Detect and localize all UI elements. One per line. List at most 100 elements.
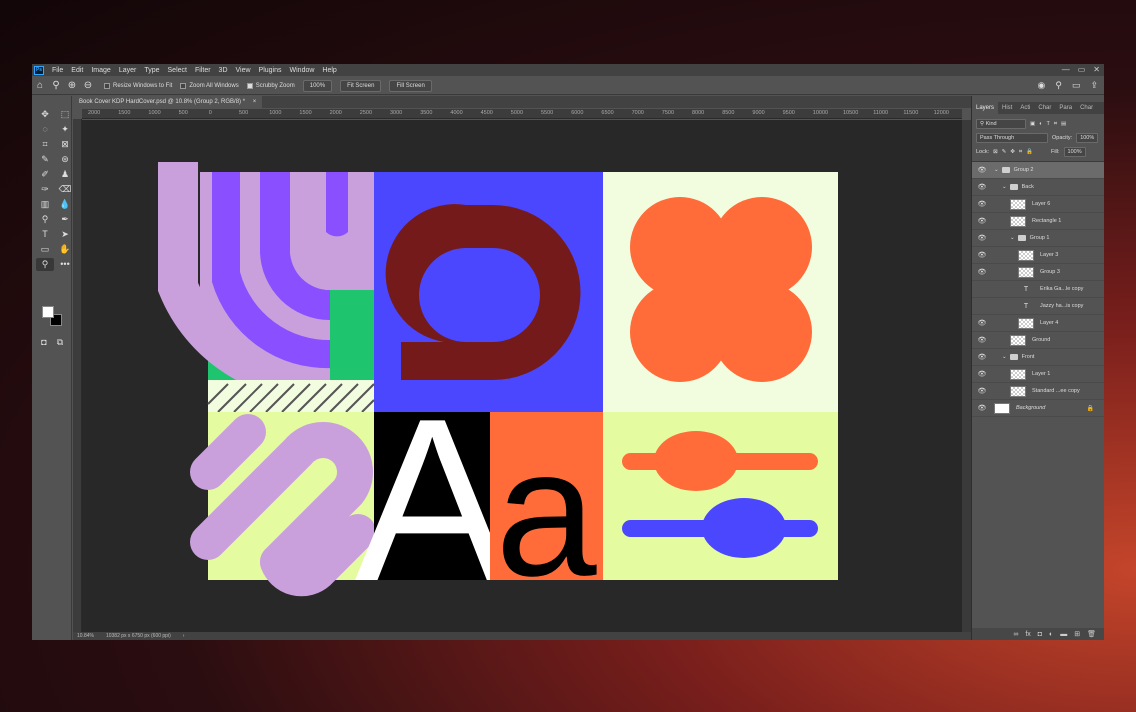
tab-close-icon[interactable]: × xyxy=(253,99,257,105)
lock-all-icon[interactable]: 🔒 xyxy=(1026,149,1033,155)
layer-row[interactable]: 👁 Standard ...ee copy xyxy=(972,383,1104,400)
hand-tool-icon[interactable]: ✋ xyxy=(56,243,74,256)
dodge-tool-icon[interactable]: ⚲ xyxy=(36,213,54,226)
new-layer-icon[interactable]: ⊞ xyxy=(1074,630,1080,638)
share-icon[interactable]: ⇪ xyxy=(1090,80,1098,91)
lock-transparent-icon[interactable]: ⊠ xyxy=(993,149,998,155)
frame-tool-icon[interactable]: ⊠ xyxy=(56,138,74,151)
lock-artboard-icon[interactable]: ⌗ xyxy=(1019,149,1022,156)
visibility-eye-icon[interactable]: 👁 xyxy=(976,353,988,361)
zoom-out-icon[interactable]: ⊖ xyxy=(80,80,96,91)
crop-tool-icon[interactable]: ⌗ xyxy=(36,138,54,151)
menu-layer[interactable]: Layer xyxy=(115,67,141,74)
visibility-eye-icon[interactable]: 👁 xyxy=(976,319,988,327)
expand-chevron-icon[interactable]: ⌄ xyxy=(1002,354,1007,360)
visibility-eye-icon[interactable]: 👁 xyxy=(976,336,988,344)
expand-chevron-icon[interactable]: ⌄ xyxy=(1010,235,1015,241)
link-icon[interactable]: ∞ xyxy=(1013,631,1018,638)
menu-image[interactable]: Image xyxy=(87,67,114,74)
layer-row[interactable]: 👁 ⌄ Back xyxy=(972,179,1104,196)
healing-tool-icon[interactable]: ⊛ xyxy=(56,153,74,166)
menu-edit[interactable]: Edit xyxy=(67,67,87,74)
zoom-tool-icon[interactable]: ⚲ xyxy=(48,80,64,91)
gradient-tool-icon[interactable]: ▥ xyxy=(36,198,54,211)
tab-actions[interactable]: Acti xyxy=(1016,102,1034,114)
scrubby-zoom-checkbox[interactable]: Scrubby Zoom xyxy=(246,82,295,89)
foreground-color-swatch[interactable] xyxy=(42,306,54,318)
layer-row[interactable]: 👁 T Jazzy ha...is copy xyxy=(972,298,1104,315)
menu-filter[interactable]: Filter xyxy=(191,67,215,74)
screen-mode-icon[interactable]: ⧉ xyxy=(54,336,66,349)
canvas-area[interactable]: A a xyxy=(82,120,962,635)
horizontal-ruler[interactable]: 2000 1500 1000 500 0 500 1000 1500 2000 2500 3000 3… xyxy=(82,109,962,119)
vertical-ruler[interactable] xyxy=(73,119,82,635)
fx-icon[interactable]: fx xyxy=(1025,631,1030,638)
minimize-icon[interactable]: — xyxy=(1062,65,1070,74)
tab-history[interactable]: Hist xyxy=(998,102,1016,114)
tab-character-styles[interactable]: Char xyxy=(1076,102,1097,114)
zoom-in-icon[interactable]: ⊕ xyxy=(64,80,80,91)
move-tool-icon[interactable]: ✥ xyxy=(36,108,54,121)
lock-position-icon[interactable]: ✥ xyxy=(1010,149,1015,155)
visibility-eye-icon[interactable]: 👁 xyxy=(976,183,988,191)
quick-mask-icon[interactable]: ◘ xyxy=(38,336,50,349)
kind-filter-select[interactable]: ⚲ Kind xyxy=(976,119,1026,129)
layer-row[interactable]: 👁 Layer 3 xyxy=(972,247,1104,264)
filter-pixel-icon[interactable]: ▣ xyxy=(1030,121,1035,127)
visibility-eye-icon[interactable]: 👁 xyxy=(976,200,988,208)
delete-layer-icon[interactable]: 🗑 xyxy=(1087,630,1096,638)
history-brush-icon[interactable]: ✑ xyxy=(36,183,54,196)
layer-row[interactable]: 👁 Layer 1 xyxy=(972,366,1104,383)
fill-input[interactable]: 100% xyxy=(1063,147,1086,157)
eyedropper-tool-icon[interactable]: ✎ xyxy=(36,153,54,166)
share-user-icon[interactable]: ◉ xyxy=(1037,80,1045,91)
new-group-icon[interactable]: ▬ xyxy=(1060,631,1067,638)
fit-screen-button[interactable]: Fit Screen xyxy=(340,79,382,92)
visibility-eye-icon[interactable]: 👁 xyxy=(976,387,988,395)
menu-type[interactable]: Type xyxy=(140,67,163,74)
filter-type-icon[interactable]: T xyxy=(1047,121,1050,127)
more-tools-icon[interactable]: ••• xyxy=(56,258,74,271)
layer-row[interactable]: 👁 T Erika Ga...le copy xyxy=(972,281,1104,298)
visibility-eye-icon[interactable]: 👁 xyxy=(976,217,988,225)
rectangle-tool-icon[interactable]: ▭ xyxy=(36,243,54,256)
zoom-all-windows-checkbox[interactable]: Zoom All Windows xyxy=(180,82,239,89)
tab-layers[interactable]: Layers xyxy=(972,102,999,114)
menu-window[interactable]: Window xyxy=(286,67,319,74)
layer-row[interactable]: 👁 ⌄ Group 1 xyxy=(972,230,1104,247)
eraser-tool-icon[interactable]: ⌫ xyxy=(56,183,74,196)
restore-icon[interactable]: ▭ xyxy=(1078,65,1086,74)
vertical-scrollbar[interactable] xyxy=(962,120,971,632)
filter-shape-icon[interactable]: ⌗ xyxy=(1054,121,1057,128)
adjustment-icon[interactable]: ◐ xyxy=(1049,631,1053,638)
expand-chevron-icon[interactable]: ⌄ xyxy=(1002,184,1007,190)
menu-select[interactable]: Select xyxy=(164,67,191,74)
blend-mode-select[interactable]: Pass Through xyxy=(976,133,1048,143)
tab-paragraph[interactable]: Para xyxy=(1055,102,1076,114)
visibility-eye-icon[interactable]: 👁 xyxy=(976,302,988,310)
layer-row[interactable]: 👁 Background 🔒 xyxy=(972,400,1104,417)
magic-wand-tool-icon[interactable]: ✦ xyxy=(56,123,74,136)
type-tool-icon[interactable]: T xyxy=(36,228,54,241)
layer-row[interactable]: 👁 Rectangle 1 xyxy=(972,213,1104,230)
workspace-icon[interactable]: ▭ xyxy=(1072,80,1081,91)
resize-windows-checkbox[interactable]: Resize Windows to Fit xyxy=(104,82,172,89)
pen-tool-icon[interactable]: ✒ xyxy=(56,213,74,226)
layer-row[interactable]: 👁 Group 3 xyxy=(972,264,1104,281)
document-tab[interactable]: Book Cover KDP HardCover.psd @ 10.8% (Gr… xyxy=(73,96,263,108)
visibility-eye-icon[interactable]: 👁 xyxy=(976,166,988,174)
visibility-eye-icon[interactable]: 👁 xyxy=(976,234,988,242)
zoom-level[interactable]: 10.84% xyxy=(77,633,94,639)
layer-row[interactable]: 👁 ⌄ Front xyxy=(972,349,1104,366)
tab-character[interactable]: Char xyxy=(1034,102,1055,114)
visibility-eye-icon[interactable]: 👁 xyxy=(976,251,988,259)
filter-adjust-icon[interactable]: ◐ xyxy=(1039,121,1042,127)
visibility-eye-icon[interactable]: 👁 xyxy=(976,404,988,412)
marquee-tool-icon[interactable]: ⬚ xyxy=(56,108,74,121)
expand-chevron-icon[interactable]: ⌄ xyxy=(994,167,999,173)
menu-plugins[interactable]: Plugins xyxy=(255,67,286,74)
layer-row[interactable]: 👁 Layer 6 xyxy=(972,196,1104,213)
layer-row[interactable]: 👁 ⌄ Group 2 xyxy=(972,162,1104,179)
menu-file[interactable]: File xyxy=(48,67,67,74)
lasso-tool-icon[interactable]: ◌ xyxy=(36,123,54,136)
